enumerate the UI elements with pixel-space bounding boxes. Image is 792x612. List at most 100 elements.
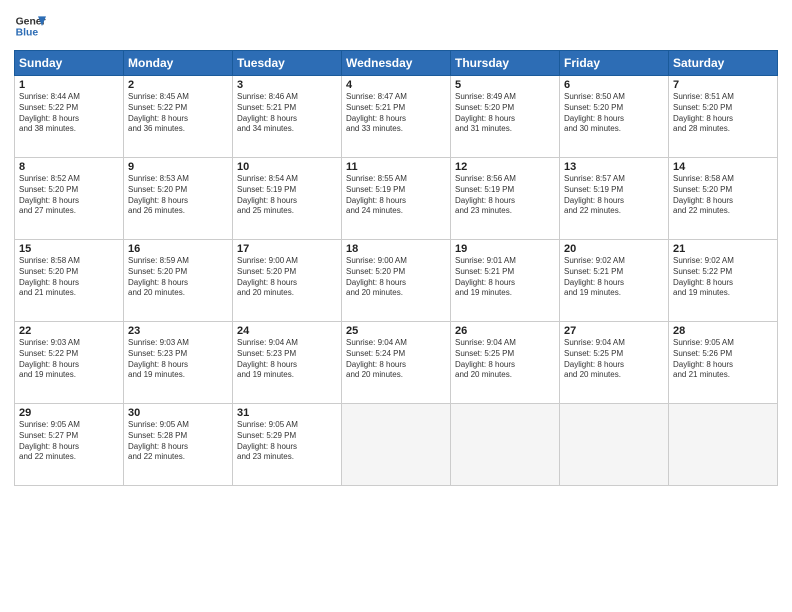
header: General Blue [14,10,778,42]
calendar-cell: 13Sunrise: 8:57 AM Sunset: 5:19 PM Dayli… [560,158,669,240]
calendar-week-5: 29Sunrise: 9:05 AM Sunset: 5:27 PM Dayli… [15,404,778,486]
day-info: Sunrise: 9:05 AM Sunset: 5:29 PM Dayligh… [237,420,337,463]
day-info: Sunrise: 8:59 AM Sunset: 5:20 PM Dayligh… [128,256,228,299]
day-number: 4 [346,79,446,91]
day-info: Sunrise: 8:58 AM Sunset: 5:20 PM Dayligh… [19,256,119,299]
day-info: Sunrise: 9:02 AM Sunset: 5:22 PM Dayligh… [673,256,773,299]
calendar-cell: 28Sunrise: 9:05 AM Sunset: 5:26 PM Dayli… [669,322,778,404]
day-info: Sunrise: 9:02 AM Sunset: 5:21 PM Dayligh… [564,256,664,299]
day-number: 5 [455,79,555,91]
calendar-cell: 17Sunrise: 9:00 AM Sunset: 5:20 PM Dayli… [233,240,342,322]
day-number: 21 [673,243,773,255]
logo-icon: General Blue [14,10,46,42]
day-number: 8 [19,161,119,173]
calendar-cell: 23Sunrise: 9:03 AM Sunset: 5:23 PM Dayli… [124,322,233,404]
day-number: 9 [128,161,228,173]
day-number: 2 [128,79,228,91]
calendar-cell: 19Sunrise: 9:01 AM Sunset: 5:21 PM Dayli… [451,240,560,322]
day-info: Sunrise: 8:57 AM Sunset: 5:19 PM Dayligh… [564,174,664,217]
day-number: 19 [455,243,555,255]
day-number: 25 [346,325,446,337]
day-info: Sunrise: 8:52 AM Sunset: 5:20 PM Dayligh… [19,174,119,217]
calendar-cell: 4Sunrise: 8:47 AM Sunset: 5:21 PM Daylig… [342,76,451,158]
weekday-header-thursday: Thursday [451,51,560,76]
day-info: Sunrise: 8:56 AM Sunset: 5:19 PM Dayligh… [455,174,555,217]
calendar-cell: 1Sunrise: 8:44 AM Sunset: 5:22 PM Daylig… [15,76,124,158]
day-info: Sunrise: 8:46 AM Sunset: 5:21 PM Dayligh… [237,92,337,135]
weekday-header-sunday: Sunday [15,51,124,76]
day-info: Sunrise: 9:03 AM Sunset: 5:22 PM Dayligh… [19,338,119,381]
day-number: 14 [673,161,773,173]
calendar-cell: 25Sunrise: 9:04 AM Sunset: 5:24 PM Dayli… [342,322,451,404]
day-info: Sunrise: 8:58 AM Sunset: 5:20 PM Dayligh… [673,174,773,217]
weekday-header-friday: Friday [560,51,669,76]
day-info: Sunrise: 9:05 AM Sunset: 5:27 PM Dayligh… [19,420,119,463]
calendar-cell: 27Sunrise: 9:04 AM Sunset: 5:25 PM Dayli… [560,322,669,404]
weekday-header-row: SundayMondayTuesdayWednesdayThursdayFrid… [15,51,778,76]
calendar-cell: 10Sunrise: 8:54 AM Sunset: 5:19 PM Dayli… [233,158,342,240]
weekday-header-monday: Monday [124,51,233,76]
day-number: 27 [564,325,664,337]
calendar-cell: 29Sunrise: 9:05 AM Sunset: 5:27 PM Dayli… [15,404,124,486]
day-info: Sunrise: 8:55 AM Sunset: 5:19 PM Dayligh… [346,174,446,217]
calendar-cell: 12Sunrise: 8:56 AM Sunset: 5:19 PM Dayli… [451,158,560,240]
day-info: Sunrise: 9:01 AM Sunset: 5:21 PM Dayligh… [455,256,555,299]
svg-text:Blue: Blue [16,28,39,39]
calendar-cell: 22Sunrise: 9:03 AM Sunset: 5:22 PM Dayli… [15,322,124,404]
calendar-cell: 5Sunrise: 8:49 AM Sunset: 5:20 PM Daylig… [451,76,560,158]
calendar-cell: 7Sunrise: 8:51 AM Sunset: 5:20 PM Daylig… [669,76,778,158]
day-info: Sunrise: 8:51 AM Sunset: 5:20 PM Dayligh… [673,92,773,135]
day-number: 13 [564,161,664,173]
day-info: Sunrise: 9:03 AM Sunset: 5:23 PM Dayligh… [128,338,228,381]
day-number: 23 [128,325,228,337]
weekday-header-tuesday: Tuesday [233,51,342,76]
day-info: Sunrise: 9:05 AM Sunset: 5:28 PM Dayligh… [128,420,228,463]
day-number: 7 [673,79,773,91]
logo: General Blue [14,10,46,42]
calendar-cell: 11Sunrise: 8:55 AM Sunset: 5:19 PM Dayli… [342,158,451,240]
day-number: 6 [564,79,664,91]
calendar-cell [669,404,778,486]
calendar-week-4: 22Sunrise: 9:03 AM Sunset: 5:22 PM Dayli… [15,322,778,404]
calendar-cell: 31Sunrise: 9:05 AM Sunset: 5:29 PM Dayli… [233,404,342,486]
day-number: 31 [237,407,337,419]
day-number: 12 [455,161,555,173]
calendar-cell: 18Sunrise: 9:00 AM Sunset: 5:20 PM Dayli… [342,240,451,322]
calendar-cell [560,404,669,486]
calendar-week-3: 15Sunrise: 8:58 AM Sunset: 5:20 PM Dayli… [15,240,778,322]
day-number: 28 [673,325,773,337]
day-number: 24 [237,325,337,337]
calendar-cell: 24Sunrise: 9:04 AM Sunset: 5:23 PM Dayli… [233,322,342,404]
calendar-week-1: 1Sunrise: 8:44 AM Sunset: 5:22 PM Daylig… [15,76,778,158]
day-number: 1 [19,79,119,91]
calendar-cell: 16Sunrise: 8:59 AM Sunset: 5:20 PM Dayli… [124,240,233,322]
calendar-cell: 14Sunrise: 8:58 AM Sunset: 5:20 PM Dayli… [669,158,778,240]
day-info: Sunrise: 8:47 AM Sunset: 5:21 PM Dayligh… [346,92,446,135]
day-number: 22 [19,325,119,337]
day-info: Sunrise: 8:44 AM Sunset: 5:22 PM Dayligh… [19,92,119,135]
day-info: Sunrise: 8:50 AM Sunset: 5:20 PM Dayligh… [564,92,664,135]
day-info: Sunrise: 9:04 AM Sunset: 5:24 PM Dayligh… [346,338,446,381]
day-info: Sunrise: 9:04 AM Sunset: 5:23 PM Dayligh… [237,338,337,381]
weekday-header-saturday: Saturday [669,51,778,76]
day-number: 20 [564,243,664,255]
day-number: 18 [346,243,446,255]
page: General Blue SundayMondayTuesdayWednesda… [0,0,792,612]
calendar-cell: 26Sunrise: 9:04 AM Sunset: 5:25 PM Dayli… [451,322,560,404]
calendar-table: SundayMondayTuesdayWednesdayThursdayFrid… [14,50,778,486]
calendar-cell: 15Sunrise: 8:58 AM Sunset: 5:20 PM Dayli… [15,240,124,322]
day-number: 16 [128,243,228,255]
day-number: 29 [19,407,119,419]
day-number: 17 [237,243,337,255]
day-info: Sunrise: 9:05 AM Sunset: 5:26 PM Dayligh… [673,338,773,381]
day-info: Sunrise: 8:54 AM Sunset: 5:19 PM Dayligh… [237,174,337,217]
day-info: Sunrise: 9:00 AM Sunset: 5:20 PM Dayligh… [237,256,337,299]
calendar-cell: 3Sunrise: 8:46 AM Sunset: 5:21 PM Daylig… [233,76,342,158]
day-info: Sunrise: 8:45 AM Sunset: 5:22 PM Dayligh… [128,92,228,135]
calendar-cell [342,404,451,486]
day-info: Sunrise: 9:04 AM Sunset: 5:25 PM Dayligh… [564,338,664,381]
calendar-cell: 30Sunrise: 9:05 AM Sunset: 5:28 PM Dayli… [124,404,233,486]
day-number: 15 [19,243,119,255]
calendar-cell: 6Sunrise: 8:50 AM Sunset: 5:20 PM Daylig… [560,76,669,158]
calendar-cell: 21Sunrise: 9:02 AM Sunset: 5:22 PM Dayli… [669,240,778,322]
